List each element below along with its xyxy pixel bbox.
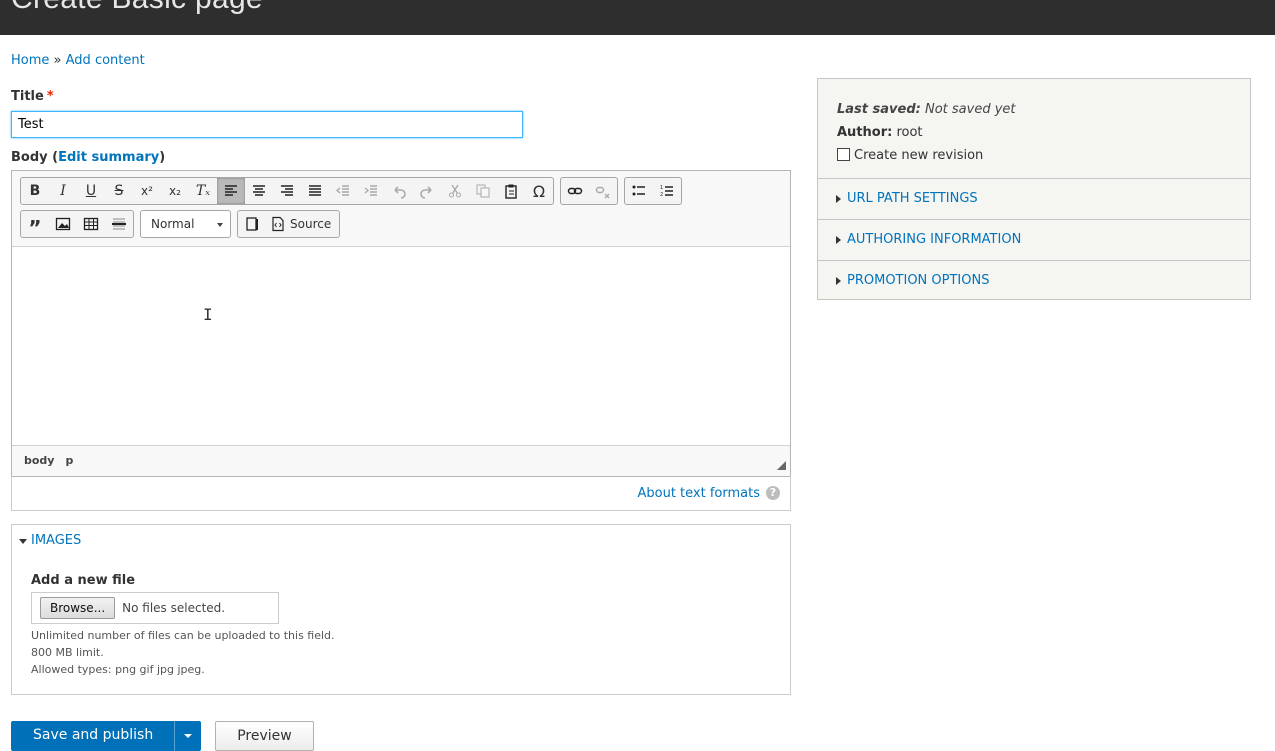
format-select-value: Normal bbox=[151, 217, 195, 231]
file-input[interactable]: Browse... No files selected. bbox=[31, 592, 279, 624]
body-label-text: Body bbox=[11, 150, 48, 165]
breadcrumb: Home » Add content bbox=[11, 53, 145, 68]
toolbar-row-2: ” Normal Source bbox=[20, 210, 341, 240]
last-saved-row: Last saved: Not saved yet bbox=[837, 98, 1016, 121]
editor-content-area[interactable]: I bbox=[12, 246, 790, 446]
italic-icon[interactable]: I bbox=[49, 178, 77, 204]
caret-right-icon bbox=[836, 195, 841, 203]
title-label: Title * bbox=[11, 89, 54, 104]
last-saved-label: Last saved: bbox=[837, 102, 921, 117]
source-button[interactable]: Source bbox=[266, 211, 339, 237]
link-icon[interactable] bbox=[561, 178, 589, 204]
add-file-label: Add a new file bbox=[31, 573, 136, 588]
image-icon[interactable] bbox=[49, 211, 77, 237]
page-header: Create Basic page bbox=[0, 0, 1275, 35]
align-justify-icon[interactable] bbox=[301, 178, 329, 204]
resize-handle-icon[interactable] bbox=[777, 461, 786, 470]
rich-text-editor: B I U S x² x₂ Tₓ Ω 1 2 ” Normal Source I… bbox=[11, 170, 791, 477]
numbered-list-icon[interactable]: 12 bbox=[653, 178, 681, 204]
authoring-information-summary[interactable]: AUTHORING INFORMATION bbox=[847, 232, 1021, 247]
chevron-down-icon bbox=[184, 734, 193, 738]
create-revision-checkbox[interactable] bbox=[837, 148, 850, 161]
cut-icon[interactable] bbox=[441, 178, 469, 204]
align-left-icon[interactable] bbox=[217, 178, 245, 204]
strikethrough-icon[interactable]: S bbox=[105, 178, 133, 204]
url-path-settings-summary[interactable]: URL PATH SETTINGS bbox=[847, 191, 978, 206]
text-format-wrapper: About text formats ? bbox=[11, 476, 791, 511]
url-path-settings-section[interactable]: URL PATH SETTINGS bbox=[818, 178, 1250, 219]
source-button-label: Source bbox=[290, 217, 332, 231]
authoring-information-section[interactable]: AUTHORING INFORMATION bbox=[818, 219, 1250, 260]
subscript-icon[interactable]: x₂ bbox=[161, 178, 189, 204]
align-center-icon[interactable] bbox=[245, 178, 273, 204]
breadcrumb-add-content-link[interactable]: Add content bbox=[66, 53, 145, 68]
blockquote-icon[interactable]: ” bbox=[21, 211, 49, 240]
author-label: Author: bbox=[837, 125, 893, 140]
upload-limit-description: Unlimited number of files can be uploade… bbox=[31, 629, 335, 642]
element-path: body p bbox=[24, 454, 73, 467]
browse-button[interactable]: Browse... bbox=[40, 597, 116, 619]
title-label-text: Title bbox=[11, 89, 44, 104]
svg-text:2: 2 bbox=[660, 192, 663, 198]
toolbar-row-1: B I U S x² x₂ Tₓ Ω 1 2 bbox=[20, 177, 682, 205]
body-label-close-paren: ) bbox=[159, 150, 166, 165]
path-item-p[interactable]: p bbox=[65, 454, 73, 467]
revision-row: Create new revision bbox=[837, 144, 1016, 167]
superscript-icon[interactable]: x² bbox=[133, 178, 161, 204]
paste-icon[interactable] bbox=[497, 178, 525, 204]
align-right-icon[interactable] bbox=[273, 178, 301, 204]
unlink-icon[interactable] bbox=[589, 178, 617, 204]
caret-right-icon bbox=[836, 236, 841, 244]
bulleted-list-icon[interactable] bbox=[625, 178, 653, 204]
caret-right-icon bbox=[836, 277, 841, 285]
table-icon[interactable] bbox=[77, 211, 105, 237]
author-row: Author: root bbox=[837, 121, 1016, 144]
svg-text:1: 1 bbox=[660, 185, 663, 191]
title-input[interactable] bbox=[11, 111, 523, 138]
promotion-options-summary[interactable]: PROMOTION OPTIONS bbox=[847, 273, 989, 288]
horizontal-rule-icon[interactable] bbox=[105, 211, 133, 237]
bold-icon[interactable]: B bbox=[21, 178, 49, 204]
toolbar-group-blocks: ” bbox=[20, 210, 134, 240]
show-blocks-icon[interactable] bbox=[238, 211, 266, 237]
breadcrumb-home-link[interactable]: Home bbox=[11, 53, 49, 68]
path-item-body[interactable]: body bbox=[24, 454, 54, 467]
size-limit-description: 800 MB limit. bbox=[31, 646, 104, 659]
redo-icon[interactable] bbox=[413, 178, 441, 204]
breadcrumb-separator: » bbox=[53, 53, 62, 68]
chevron-down-icon bbox=[217, 223, 223, 227]
promotion-options-section[interactable]: PROMOTION OPTIONS bbox=[818, 260, 1250, 301]
about-text-formats-link[interactable]: About text formats bbox=[637, 486, 760, 501]
text-cursor-icon: I bbox=[203, 305, 213, 324]
toolbar-group-source: Source bbox=[237, 210, 341, 238]
last-saved-value: Not saved yet bbox=[924, 102, 1016, 117]
images-details: IMAGES Add a new file Browse... No files… bbox=[11, 524, 791, 695]
toolbar-group-links bbox=[560, 177, 618, 205]
remove-format-icon[interactable]: Tₓ bbox=[189, 178, 217, 204]
caret-down-icon bbox=[19, 539, 27, 544]
required-marker: * bbox=[46, 89, 54, 104]
format-select[interactable]: Normal bbox=[140, 210, 231, 238]
meta-sidebar: Last saved: Not saved yet Author: root C… bbox=[817, 78, 1251, 300]
copy-icon[interactable] bbox=[469, 178, 497, 204]
page-title: Create Basic page bbox=[11, 0, 263, 16]
edit-summary-link[interactable]: Edit summary bbox=[58, 150, 159, 165]
help-icon[interactable]: ? bbox=[766, 486, 780, 500]
allowed-types-description: Allowed types: png gif jpg jpeg. bbox=[31, 663, 205, 676]
body-label: Body (Edit summary) bbox=[11, 150, 165, 165]
author-value: root bbox=[896, 125, 923, 140]
create-revision-label[interactable]: Create new revision bbox=[854, 148, 983, 163]
toolbar-group-formatting: B I U S x² x₂ Tₓ Ω bbox=[20, 177, 554, 205]
toolbar-group-lists: 12 bbox=[624, 177, 682, 205]
underline-icon[interactable]: U bbox=[77, 178, 105, 204]
outdent-icon[interactable] bbox=[329, 178, 357, 204]
images-summary[interactable]: IMAGES bbox=[31, 533, 81, 548]
meta-info: Last saved: Not saved yet Author: root C… bbox=[837, 98, 1016, 167]
undo-icon[interactable] bbox=[385, 178, 413, 204]
no-files-text: No files selected. bbox=[122, 601, 226, 615]
indent-icon[interactable] bbox=[357, 178, 385, 204]
special-character-icon[interactable]: Ω bbox=[525, 178, 553, 204]
